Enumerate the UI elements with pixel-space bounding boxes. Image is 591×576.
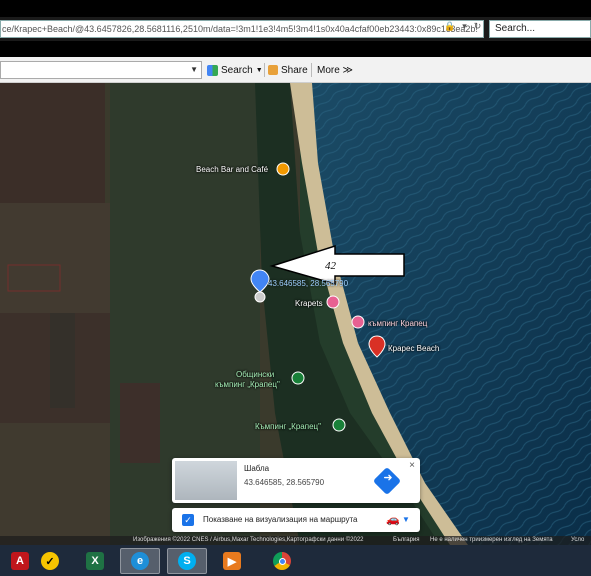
municipal-camping-label-line1[interactable]: Общински bbox=[236, 370, 274, 379]
divider bbox=[311, 63, 312, 77]
search-input[interactable]: Search... bbox=[489, 20, 591, 38]
search-toolbar: ▼ Search ▼ Share More ≫ bbox=[0, 57, 591, 83]
route-preview-label: Показване на визуализация на маршрута bbox=[203, 515, 358, 524]
taskbar-media-player[interactable]: ▶ bbox=[212, 548, 252, 574]
pegman-dot-icon bbox=[254, 291, 266, 303]
lock-icon[interactable]: 🔒 bbox=[444, 21, 455, 32]
norton-icon: ✓ bbox=[41, 552, 59, 570]
coordinates-label: 43.646585, 28.565790 bbox=[268, 279, 349, 288]
excel-icon: X bbox=[86, 552, 104, 570]
camping-label[interactable]: къмпинг Крапец bbox=[368, 319, 427, 328]
directions-arrow-icon: ➜ bbox=[383, 472, 393, 484]
car-icon[interactable]: 🚗 bbox=[386, 513, 400, 526]
field-plot bbox=[120, 383, 160, 463]
search-button-label: Search bbox=[221, 64, 253, 76]
taskbar-skype[interactable]: S bbox=[167, 548, 207, 574]
field-plot bbox=[50, 313, 75, 408]
krapets-label[interactable]: Krapets bbox=[295, 299, 323, 308]
chrome-icon bbox=[273, 552, 291, 570]
taskbar-chrome[interactable] bbox=[262, 548, 302, 574]
municipal-camping-label-line2[interactable]: къмпинг „Крапец" bbox=[215, 380, 280, 389]
media-player-icon: ▶ bbox=[223, 552, 241, 570]
place-title: Шабла bbox=[244, 464, 270, 473]
share-button[interactable]: Share bbox=[268, 61, 308, 79]
refresh-icon[interactable]: ↻ bbox=[474, 21, 482, 32]
attribution-bar: Изображения ©2022 CNES / Airbus,Maxar Te… bbox=[0, 536, 591, 545]
toolbar-search-button[interactable]: Search ▼ bbox=[207, 61, 263, 79]
park-pin-icon[interactable] bbox=[332, 418, 346, 432]
acrobat-icon: A bbox=[11, 552, 29, 570]
place-coordinates: 43.646585, 28.565790 bbox=[244, 478, 325, 487]
address-bar-row: ce/Кrapec+Beach/@43.6457826,28.5681116,2… bbox=[0, 17, 591, 41]
park-pin-icon[interactable] bbox=[291, 371, 305, 385]
hotel-pin-icon[interactable] bbox=[326, 295, 340, 309]
satellite-map[interactable]: Beach Bar and Café 43.646585, 28.565790 … bbox=[0, 83, 591, 545]
screen: ce/Кrapec+Beach/@43.6457826,28.5681116,2… bbox=[0, 0, 591, 576]
field-plot bbox=[0, 203, 110, 313]
internet-explorer-icon: e bbox=[131, 552, 149, 570]
taskbar-excel[interactable]: X bbox=[75, 548, 115, 574]
google-icon bbox=[207, 64, 218, 76]
taskbar: A ✓ X e S ▶ bbox=[0, 545, 591, 576]
krapec-beach-label[interactable]: Крарес Beach bbox=[388, 344, 439, 353]
field-plot bbox=[0, 423, 110, 545]
chevron-down-icon[interactable]: ▼ bbox=[402, 515, 410, 524]
chevron-down-icon[interactable]: ▼ bbox=[256, 67, 263, 74]
divider bbox=[264, 63, 265, 77]
annotation-number: 42 bbox=[325, 260, 336, 272]
dropdown-arrow-icon[interactable]: ▼ bbox=[190, 65, 198, 74]
more-button-label: More ≫ bbox=[317, 64, 354, 76]
terms-link[interactable]: Усло bbox=[571, 536, 584, 545]
toolbar-search-input[interactable]: ▼ bbox=[0, 61, 202, 79]
taskbar-internet-explorer[interactable]: e bbox=[120, 548, 160, 574]
url-field[interactable]: ce/Кrapec+Beach/@43.6457826,28.5681116,2… bbox=[0, 20, 484, 38]
field-plot bbox=[0, 83, 105, 203]
more-button[interactable]: More ≫ bbox=[317, 61, 353, 79]
route-preview-toggle[interactable]: ✓ Показване на визуализация на маршрута … bbox=[172, 508, 420, 532]
skype-icon: S bbox=[178, 552, 196, 570]
place-info-card[interactable]: Шабла 43.646585, 28.565790 × ➜ bbox=[172, 458, 420, 503]
camping-pin-icon[interactable] bbox=[351, 315, 365, 329]
close-icon[interactable]: × bbox=[409, 460, 415, 471]
dropdown-icon[interactable]: ▾ bbox=[462, 21, 467, 32]
3d-notice: Не е наличен триизмерен изглед на Земята bbox=[430, 537, 553, 543]
taskbar-norton[interactable]: ✓ bbox=[30, 548, 70, 574]
beach-bar-label[interactable]: Beach Bar and Café bbox=[196, 165, 268, 174]
cafe-pin-icon[interactable] bbox=[276, 162, 290, 176]
place-thumbnail[interactable] bbox=[175, 461, 237, 500]
imagery-credit: Изображения ©2022 CNES / Airbus,Maxar Te… bbox=[133, 537, 364, 543]
share-button-label: Share bbox=[281, 64, 308, 76]
share-icon bbox=[268, 65, 278, 75]
country-label[interactable]: България bbox=[393, 536, 420, 545]
checkbox-checked-icon[interactable]: ✓ bbox=[182, 514, 194, 526]
camping-krapets-label[interactable]: Къмпинг „Крапец" bbox=[255, 422, 321, 431]
